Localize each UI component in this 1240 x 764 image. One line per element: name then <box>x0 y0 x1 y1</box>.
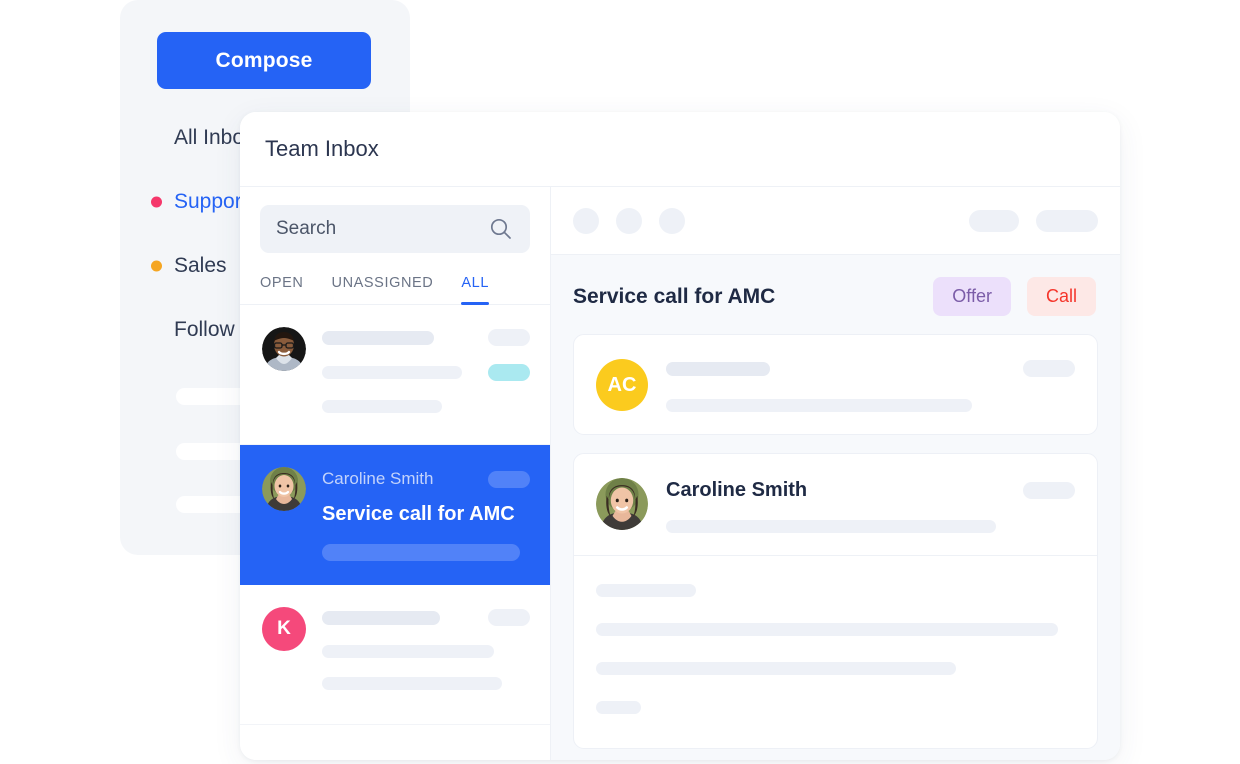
tab-unassigned[interactable]: UNASSIGNED <box>332 275 434 304</box>
placeholder-bar <box>322 330 434 345</box>
placeholder-bar <box>322 645 494 658</box>
conversation-sender-name: Caroline Smith <box>322 469 434 488</box>
detail-title: Service call for AMC <box>573 284 776 308</box>
toolbar-placeholder-icon[interactable] <box>659 207 685 234</box>
placeholder-pill <box>488 609 530 626</box>
placeholder-pill <box>1023 482 1075 499</box>
conversation-list-item-selected[interactable]: Caroline Smith Service call for AMC <box>240 445 550 585</box>
badge-offer[interactable]: Offer <box>933 277 1011 316</box>
avatar-initial-label: AC <box>607 373 637 396</box>
avatar-initial-ac: AC <box>596 359 648 411</box>
conversation-list-item[interactable] <box>240 305 550 445</box>
detail-header: Service call for AMC Offer Call <box>551 255 1120 334</box>
avatar-photo-caroline <box>262 467 306 511</box>
conversation-content: Caroline Smith Service call for AMC <box>322 465 530 564</box>
placeholder-bar <box>596 584 696 597</box>
status-dot-orange <box>151 260 162 272</box>
toolbar-icon-group <box>573 207 685 234</box>
avatar-initial-k: K <box>262 607 306 651</box>
conversation-subject: Service call for AMC <box>322 503 515 525</box>
sidebar-item-label: Sales <box>174 254 227 277</box>
placeholder-bar <box>322 544 520 561</box>
avatar-photo-male <box>262 327 306 371</box>
card-header: Team Inbox <box>240 112 1120 187</box>
message-card[interactable]: AC <box>573 334 1098 435</box>
detail-badges: Offer Call <box>933 277 1096 316</box>
avatar-initial-label: K <box>277 618 291 639</box>
toolbar-placeholder-button[interactable] <box>1036 209 1098 232</box>
conversation-detail-column: Service call for AMC Offer Call AC Carol… <box>551 187 1120 760</box>
placeholder-bar <box>666 520 996 533</box>
message-sender-name: Caroline Smith <box>666 479 808 501</box>
search-wrapper <box>240 187 550 253</box>
conversation-content <box>322 325 530 424</box>
detail-toolbar <box>551 187 1120 255</box>
placeholder-bar <box>666 399 972 412</box>
filter-tabs: OPEN UNASSIGNED ALL <box>240 253 550 305</box>
message-body <box>574 556 1097 748</box>
conversation-content <box>322 605 530 704</box>
avatar-photo-caroline <box>596 478 648 530</box>
toolbar-placeholder-button[interactable] <box>969 209 1019 232</box>
message-list: AC Caroline Smith <box>551 334 1120 760</box>
message-card[interactable]: Caroline Smith <box>573 453 1098 749</box>
search-icon[interactable] <box>488 216 514 242</box>
team-inbox-card: Team Inbox Search OPEN UNASSIGNED ALL Ca… <box>240 112 1120 760</box>
status-badge <box>488 364 530 381</box>
status-dot-pink <box>151 196 162 208</box>
placeholder-bar <box>596 662 956 675</box>
placeholder-pill <box>488 329 530 346</box>
placeholder-bar <box>322 400 442 413</box>
toolbar-placeholder-icon[interactable] <box>573 207 599 234</box>
card-body: OPEN UNASSIGNED ALL <box>240 187 1120 760</box>
tab-open[interactable]: OPEN <box>260 275 304 304</box>
tab-all[interactable]: ALL <box>461 275 489 305</box>
toolbar-action-group <box>969 209 1098 232</box>
placeholder-pill <box>488 470 530 488</box>
placeholder-bar <box>666 361 770 376</box>
compose-button[interactable]: Compose <box>157 32 371 89</box>
placeholder-bar <box>322 610 440 625</box>
placeholder-bar <box>322 366 462 379</box>
sidebar-item-label: Support <box>174 190 248 213</box>
badge-call[interactable]: Call <box>1026 277 1096 316</box>
conversation-list-item[interactable]: K <box>240 585 550 725</box>
placeholder-bar <box>596 701 641 714</box>
search-box[interactable] <box>260 205 530 253</box>
placeholder-bar <box>596 623 1058 636</box>
search-input[interactable] <box>276 218 482 240</box>
page-title: Team Inbox <box>265 136 379 161</box>
placeholder-pill <box>1023 360 1075 377</box>
conversation-list-column: OPEN UNASSIGNED ALL <box>240 187 551 760</box>
toolbar-placeholder-icon[interactable] <box>616 207 642 234</box>
placeholder-bar <box>322 677 502 690</box>
screenshot-stage: Compose All Inbox Support Sales Follow u… <box>0 0 1240 764</box>
conversation-list: Caroline Smith Service call for AMC K <box>240 305 550 760</box>
